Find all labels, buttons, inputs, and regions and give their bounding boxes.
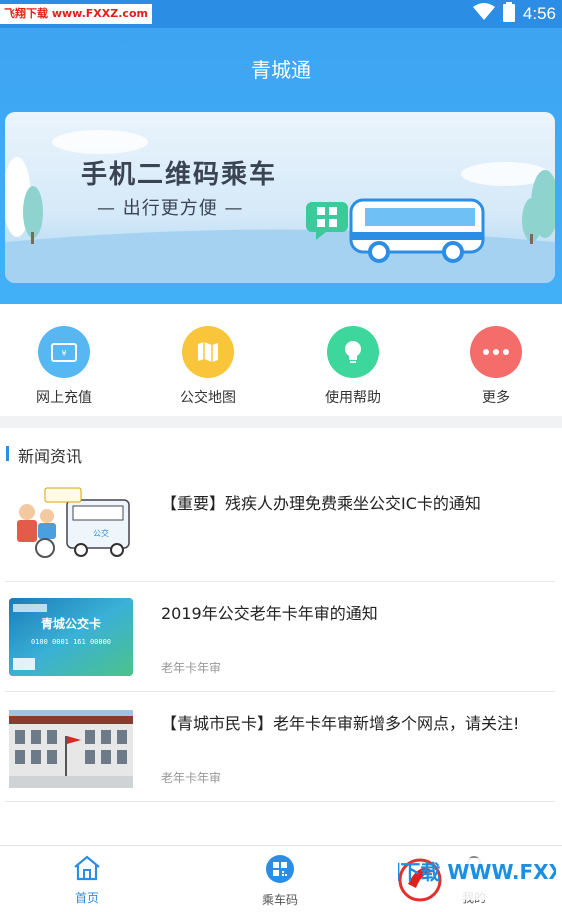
watermark-bottom-right: 飞翔下载 WWW.FXXZ.COM [398,858,556,902]
action-more[interactable]: 更多 [441,326,551,407]
promo-banner[interactable]: 手机二维码乘车 — 出行更方便 — [5,112,555,283]
app-screen: 飞翔下载 www.FXXZ.com 4:56 青城通 手机二维码乘车 — 出行更… [0,0,562,912]
nav-home[interactable]: 首页 [27,854,147,906]
lightbulb-icon [327,326,379,378]
more-dots-icon [470,326,522,378]
wallet-icon: ¥ [38,326,90,378]
news-item[interactable]: 【青城市民卡】老年卡年审新增多个网点，请关注! 老年卡年审 [5,692,555,802]
news-title: 【青城市民卡】老年卡年审新增多个网点，请关注! [161,714,520,733]
map-icon [182,326,234,378]
banner-illustration [5,130,555,283]
qrcode-icon [220,854,340,888]
action-label: 更多 [482,390,510,406]
section-divider [0,416,562,428]
battery-icon [502,2,515,26]
status-bar: 飞翔下载 www.FXXZ.com 4:56 [0,0,562,28]
nav-label: 首页 [74,891,99,905]
news-item[interactable]: 青城公交卡 0100 0001 161 00000 2019年公交老年卡年审的通… [5,582,555,692]
action-label: 使用帮助 [325,390,381,406]
news-thumbnail [9,710,133,788]
action-help[interactable]: 使用帮助 [298,326,408,407]
news-item[interactable]: 公交 【重要】残疾人办理免费乘坐公交IC卡的通知 [5,472,555,582]
news-thumbnail: 青城公交卡 0100 0001 161 00000 [9,598,133,676]
bus-sign-text: 公交 [93,528,109,538]
action-label: 公交地图 [180,390,236,406]
watermark-bottom-right-text: 飞翔下载 WWW.FXXZ.COM [398,860,556,884]
news-tag: 老年卡年审 [161,771,222,785]
card-number-text: 0100 0001 161 00000 [31,638,111,646]
status-time: 4:56 [522,4,556,23]
news-section-header: 新闻资讯 [0,440,562,468]
action-label: 网上充值 [36,390,92,406]
news-title: 【重要】残疾人办理免费乘坐公交IC卡的通知 [161,494,481,513]
quick-actions: ¥ 网上充值 公交地图 使用帮助 更多 [0,304,562,416]
action-bus-map[interactable]: 公交地图 [153,326,263,407]
section-accent-bar [6,446,9,461]
banner-subtitle: — 出行更方便 — [97,198,244,219]
home-icon [27,854,147,886]
news-thumbnail: 公交 [9,486,133,564]
watermark-top-left: 飞翔下载 www.FXXZ.com [0,4,152,24]
news-tag: 老年卡年审 [161,661,222,675]
bottom-navigation: 首页 乘车码 我的 飞翔下载 WWW.FXXZ.COM [0,845,562,912]
nav-qrcode[interactable]: 乘车码 [220,854,340,908]
nav-label: 乘车码 [261,893,298,907]
wifi-icon [472,3,495,25]
header: 青城通 手机二维码乘车 — 出行更方便 — [0,28,562,304]
page-title: 青城通 [251,58,311,82]
action-recharge[interactable]: ¥ 网上充值 [9,326,119,407]
card-name-text: 青城公交卡 [41,616,101,631]
news-title: 2019年公交老年卡年审的通知 [161,604,378,623]
banner-title: 手机二维码乘车 [81,160,278,190]
svg-text:¥: ¥ [61,349,66,358]
section-title: 新闻资讯 [18,447,83,466]
